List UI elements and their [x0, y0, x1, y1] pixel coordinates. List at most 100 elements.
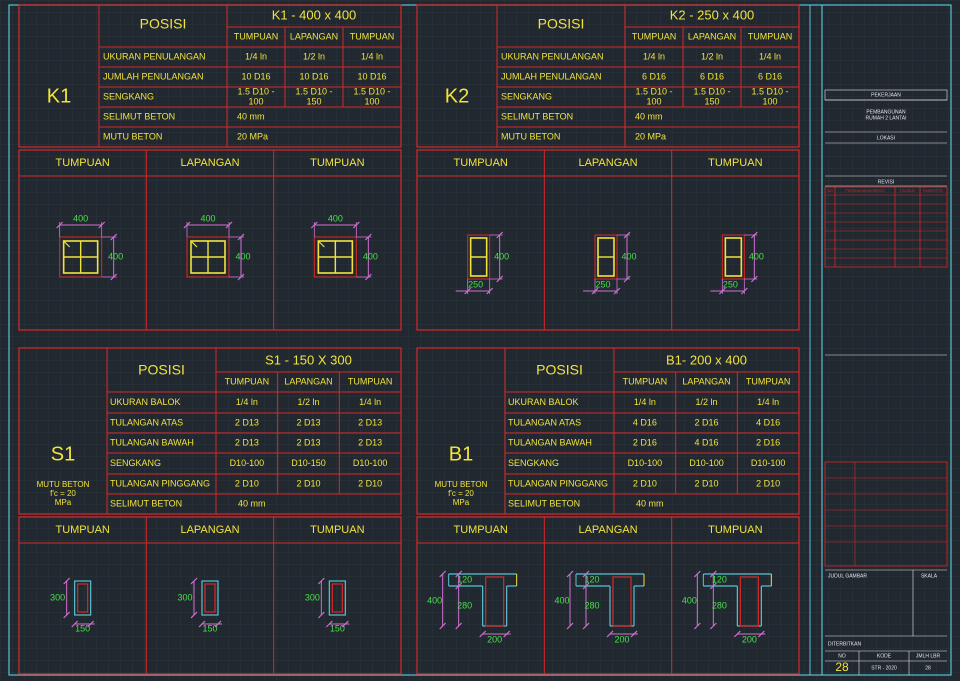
cell-value: D10-100	[751, 458, 786, 468]
row-label: TULANGAN PINGGANG	[508, 478, 608, 488]
row-label: SENGKANG	[508, 458, 559, 468]
cell-value: 1/4 ln	[643, 51, 665, 61]
cell-value: 1/4 ln	[634, 397, 656, 407]
cell-value: 4 D16	[633, 417, 657, 427]
cell-value: 1/4 ln	[236, 397, 258, 407]
dim-height-label: 400	[363, 251, 378, 261]
row-label: SELIMUT BETON	[103, 111, 175, 121]
row-label: TULANGAN ATAS	[110, 417, 183, 427]
section-label: LAPANGAN	[180, 524, 239, 536]
row-label: SELIMUT BETON	[110, 498, 182, 508]
dim-height-label: 400	[682, 595, 697, 605]
cell-value: 100	[364, 96, 379, 106]
project-name: RUMAH 2 LANTAI	[865, 115, 906, 121]
dim-height-label: 400	[554, 595, 569, 605]
row-label: SELIMUT BETON	[501, 111, 573, 121]
col-header: TUMPUAN	[632, 31, 677, 41]
cell-value: 1/4 ln	[361, 51, 383, 61]
row-label: TULANGAN ATAS	[508, 417, 581, 427]
cell-value: 1/4 ln	[759, 51, 781, 61]
row-label: MUTU BETON	[103, 131, 162, 141]
lokasi-label: LOKASI	[877, 135, 895, 141]
dim-height-label: 400	[749, 251, 764, 261]
cell-value: 1.5 D10 -	[635, 86, 672, 96]
cell-value: 2 D16	[694, 417, 718, 427]
dim-slab-label: 120	[712, 574, 727, 584]
beam-mark: B1	[449, 443, 473, 465]
cell-value: 2 D10	[358, 478, 382, 488]
column-mark: K2	[445, 85, 469, 107]
revision-col-header: TGL/BLN	[900, 189, 915, 193]
cell-value: 150	[306, 96, 321, 106]
dim-web-label: 280	[584, 600, 599, 610]
dim-web-label: 280	[457, 600, 472, 610]
dim-slab-label: 120	[457, 574, 472, 584]
dim-height-label: 300	[305, 592, 320, 602]
posisi-header: POSISI	[138, 362, 185, 378]
section-label: TUMPUAN	[708, 524, 762, 536]
cell-value: 1.5 D10 -	[751, 86, 788, 96]
mutu-note: MUTU BETON	[37, 480, 90, 489]
cell-value: 4 D16	[694, 437, 718, 447]
row-label: TULANGAN BAWAH	[110, 437, 194, 447]
dim-width-label: 250	[723, 279, 738, 289]
revision-col-header: PARAF/TTD	[923, 189, 943, 193]
cell-value: 2 D16	[633, 437, 657, 447]
cell-value: 2 D13	[235, 437, 259, 447]
revision-col-header: PERUBAHAN/KOREKSI	[845, 189, 884, 193]
dim-width-label: 150	[75, 623, 90, 633]
cell-value: 40 mm	[636, 498, 664, 508]
mutu-note: MUTU BETON	[435, 480, 488, 489]
section-label: LAPANGAN	[180, 157, 239, 169]
dim-width-label: 150	[202, 623, 217, 633]
dim-height-label: 400	[108, 251, 123, 261]
cell-value: 40 mm	[238, 498, 266, 508]
dim-width-label: 250	[468, 279, 483, 289]
cell-value: 2 D16	[756, 437, 780, 447]
row-label: SENGKANG	[110, 458, 161, 468]
cell-value: 1.5 D10 -	[353, 86, 390, 96]
dim-slab-label: 120	[584, 574, 599, 584]
col-header: LAPANGAN	[284, 376, 332, 386]
kode-label: KODE	[877, 653, 892, 659]
col-header: TUMPUAN	[350, 31, 395, 41]
section-title: B1- 200 x 400	[666, 352, 747, 367]
beam-mark: S1	[51, 443, 75, 465]
cell-value: 1.5 D10 -	[237, 86, 274, 96]
dim-width-label: 400	[200, 213, 215, 223]
cell-value: 1/4 ln	[359, 397, 381, 407]
cell-value: 2 D13	[296, 437, 320, 447]
col-header: TUMPUAN	[623, 376, 668, 386]
dim-width-label: 150	[330, 623, 345, 633]
cell-value: 2 D13	[358, 417, 382, 427]
dim-height-label: 300	[50, 592, 65, 602]
cell-value: 1/4 ln	[245, 51, 267, 61]
cell-value: 1.5 D10 -	[295, 86, 332, 96]
sheet-number: 28	[835, 660, 849, 674]
structural-drawing-sheet: POSISI K1 - 400 x 400 TUMPUAN LAPANGAN TUMPU…	[0, 0, 960, 681]
col-header: LAPANGAN	[688, 31, 736, 41]
dim-height-label: 300	[177, 592, 192, 602]
cell-value: 2 D10	[296, 478, 320, 488]
cell-value: 20 MPa	[237, 131, 268, 141]
col-header: TUMPUAN	[748, 31, 793, 41]
row-label: MUTU BETON	[501, 131, 560, 141]
cell-value: 20 MPa	[635, 131, 666, 141]
section-label: TUMPUAN	[310, 157, 364, 169]
cell-value: 6 D16	[700, 71, 724, 81]
judul-gambar-label: JUDUL GAMBAR	[828, 573, 867, 579]
cell-value: 100	[646, 96, 661, 106]
cell-value: 150	[704, 96, 719, 106]
row-label: UKURAN BALOK	[508, 397, 579, 407]
dim-width-label: 250	[595, 279, 610, 289]
pekerjaan-label: PEKERJAAN	[871, 92, 901, 98]
dim-width-label: 200	[614, 634, 629, 644]
skala-label: SKALA	[921, 573, 938, 579]
row-label: UKURAN BALOK	[110, 397, 181, 407]
cell-value: 100	[762, 96, 777, 106]
col-header: TUMPUAN	[225, 376, 270, 386]
section-label: TUMPUAN	[453, 157, 507, 169]
cell-value: 10 D16	[357, 71, 386, 81]
cell-value: 6 D16	[758, 71, 782, 81]
section-title: K1 - 400 x 400	[272, 7, 357, 22]
